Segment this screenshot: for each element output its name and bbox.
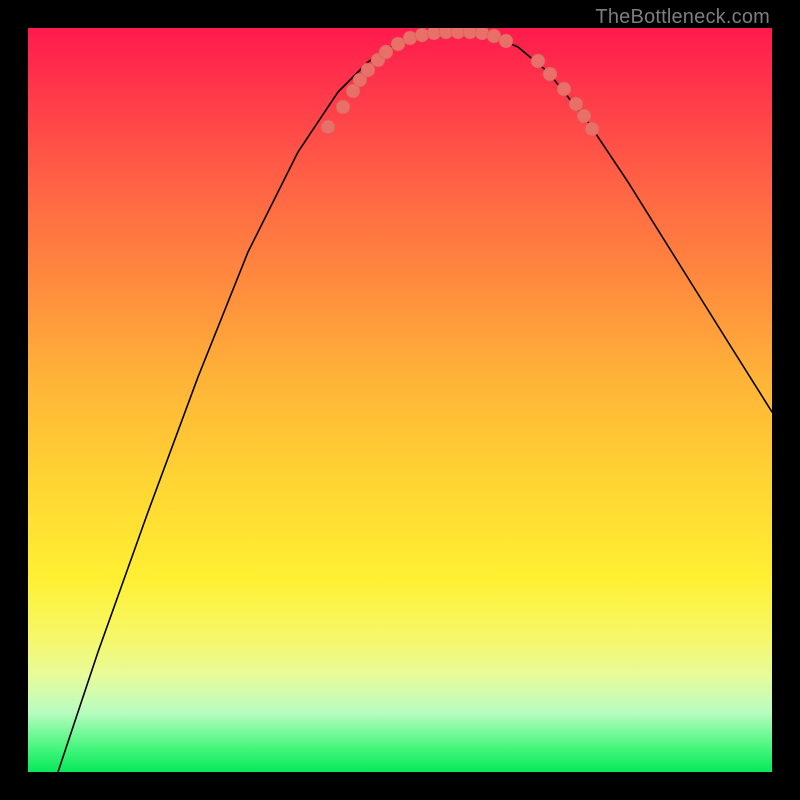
data-dot	[543, 67, 557, 81]
data-dot	[531, 54, 545, 68]
data-dot	[336, 100, 350, 114]
data-dot	[451, 28, 465, 39]
data-dot	[439, 28, 453, 39]
data-dot	[427, 28, 441, 40]
data-dot	[321, 120, 335, 134]
data-dot	[415, 28, 429, 42]
data-dot	[557, 82, 571, 96]
data-dot	[475, 28, 489, 40]
curve-group	[58, 32, 772, 772]
bottleneck-curve	[58, 32, 772, 772]
data-dot	[379, 45, 393, 59]
plot-area	[28, 28, 772, 772]
chart-svg	[28, 28, 772, 772]
chart-frame: TheBottleneck.com	[0, 0, 800, 800]
dots-group	[321, 28, 599, 136]
data-dot	[499, 34, 513, 48]
data-dot	[403, 31, 417, 45]
data-dot	[577, 109, 591, 123]
data-dot	[585, 122, 599, 136]
data-dot	[569, 97, 583, 111]
watermark-text: TheBottleneck.com	[595, 6, 770, 29]
